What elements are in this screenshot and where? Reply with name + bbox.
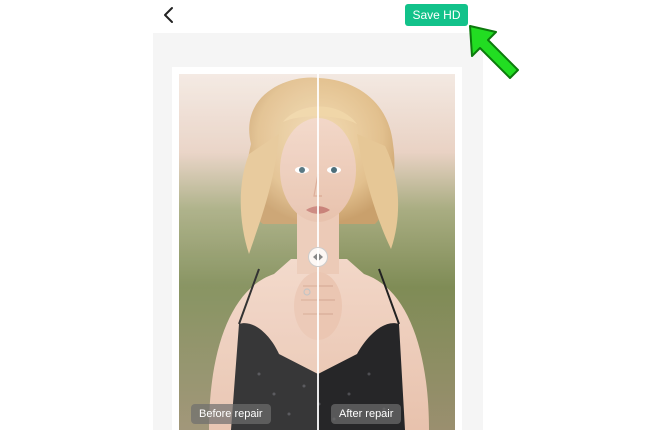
comparison-photo[interactable]: Before repair After repair	[179, 74, 455, 430]
photo-frame: Before repair After repair	[172, 67, 462, 430]
before-repair-label: Before repair	[191, 404, 271, 424]
save-hd-button[interactable]: Save HD	[405, 4, 468, 26]
split-handle-icon[interactable]	[308, 247, 328, 267]
photo-repair-screen: Save HD Before repair After repair	[0, 0, 650, 430]
preview-canvas: Before repair After repair	[153, 33, 483, 430]
arrows-horizontal-icon	[313, 253, 323, 261]
back-button[interactable]	[158, 4, 180, 26]
after-repair-label: After repair	[331, 404, 402, 424]
arrow-pointer-icon	[469, 25, 519, 79]
chevron-left-icon	[164, 7, 173, 23]
